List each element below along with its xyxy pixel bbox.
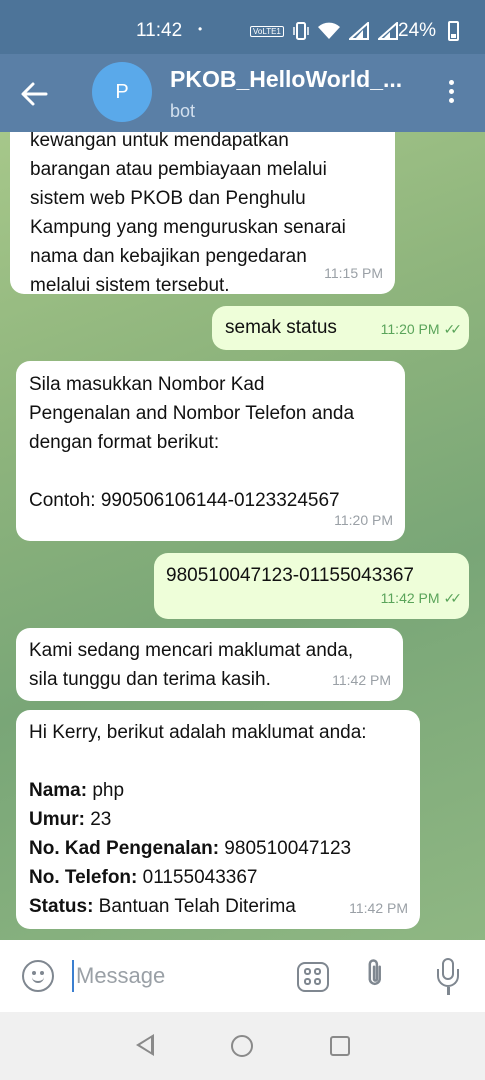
- signal-icon: [348, 22, 369, 40]
- battery-percent: 24%: [398, 20, 437, 41]
- message-time-status: 11:42 PM ✓✓: [380, 584, 463, 613]
- wifi-icon: [317, 22, 340, 39]
- message-bubble-incoming[interactable]: Kami sedang mencari maklumat anda, sila …: [16, 628, 403, 701]
- field-label: No. Kad Pengenalan:: [29, 838, 220, 859]
- message-line: [29, 457, 405, 486]
- field-label: Umur:: [29, 809, 85, 830]
- chat-subtitle: bot: [170, 101, 196, 121]
- text-cursor: [72, 960, 74, 992]
- field-value: 23: [84, 809, 112, 830]
- message-bubble-incoming[interactable]: kewangan untuk mendapatkan barangan atau…: [10, 132, 395, 296]
- system-nav-bar: [0, 1012, 485, 1080]
- info-row-nama: Nama: php: [29, 776, 420, 805]
- chat-title[interactable]: PKOB_HelloWorld_...: [170, 66, 402, 93]
- message-input[interactable]: [76, 958, 276, 994]
- message-line: sistem web PKOB dan Penghulu: [30, 188, 306, 209]
- message-bubble-incoming[interactable]: Sila masukkan Nombor Kad Pengenalan and …: [16, 361, 405, 541]
- message-bubble-incoming[interactable]: Hi Kerry, berikut adalah maklumat anda: …: [16, 710, 420, 929]
- field-label: Status:: [29, 896, 94, 917]
- info-row-ic: No. Kad Pengenalan: 980510047123: [29, 834, 420, 863]
- message-intro: Hi Kerry, berikut adalah maklumat anda:: [29, 722, 367, 743]
- field-value: 01155043367: [137, 867, 258, 888]
- message-line: Sila masukkan Nombor Kad: [29, 374, 265, 395]
- message-time: 11:15 PM: [324, 265, 383, 281]
- message-line: dengan format berikut:: [29, 432, 220, 453]
- message-composer: [0, 940, 485, 1012]
- vibrate-icon: [293, 22, 309, 40]
- message-time: 11:42 PM: [349, 900, 408, 916]
- notification-dot: •: [198, 22, 203, 36]
- info-row-phone: No. Telefon: 01155043367: [29, 863, 420, 892]
- field-value: php: [87, 780, 125, 801]
- message-bubble-outgoing[interactable]: semak status 11:20 PM ✓✓: [212, 306, 469, 350]
- status-time: 11:42: [136, 20, 183, 41]
- message-line: Kami sedang mencari maklumat anda,: [29, 640, 354, 661]
- battery-icon: [448, 21, 459, 41]
- emoji-icon[interactable]: [22, 960, 54, 992]
- field-value: 980510047123: [219, 838, 352, 859]
- message-time: 11:20 PM: [380, 321, 440, 337]
- field-value: Bantuan Telah Diterima: [93, 896, 296, 917]
- message-line: Kampung yang menguruskan senarai: [30, 217, 346, 238]
- volte-icon: VoLTE1: [250, 25, 284, 37]
- avatar[interactable]: P: [92, 62, 152, 122]
- message-time: 11:42 PM: [380, 590, 440, 606]
- double-check-icon: ✓✓: [443, 321, 463, 337]
- message-line: barangan atau pembiayaan melalui: [30, 159, 327, 180]
- message-list[interactable]: kewangan untuk mendapatkan barangan atau…: [0, 132, 485, 940]
- message-bubble-outgoing[interactable]: 980510047123-01155043367 11:42 PM ✓✓: [154, 553, 469, 619]
- field-label: No. Telefon:: [29, 867, 138, 888]
- message-time-status: 11:20 PM ✓✓: [380, 315, 463, 344]
- message-line: Pengenalan and Nombor Telefon anda: [29, 403, 355, 424]
- more-vertical-icon[interactable]: [441, 78, 461, 108]
- back-arrow-icon[interactable]: [20, 74, 60, 114]
- sticker-icon[interactable]: [297, 962, 329, 992]
- nav-home-icon[interactable]: [231, 1035, 253, 1057]
- double-check-icon: ✓✓: [443, 590, 463, 606]
- message-time: 11:20 PM: [334, 512, 393, 528]
- status-icons: VoLTE1: [250, 18, 398, 44]
- signal-icon-2: [377, 22, 398, 40]
- nav-recents-icon[interactable]: [330, 1036, 350, 1056]
- status-bar: 11:42 • VoLTE1 24%: [0, 0, 485, 54]
- info-row-umur: Umur: 23: [29, 805, 420, 834]
- message-text: semak status: [225, 317, 337, 338]
- paperclip-icon[interactable]: [354, 951, 403, 1000]
- microphone-icon[interactable]: [437, 958, 459, 998]
- chat-header: P PKOB_HelloWorld_... bot: [0, 54, 485, 132]
- nav-back-icon[interactable]: [136, 1034, 154, 1056]
- message-line: kewangan untuk mendapatkan: [30, 132, 289, 151]
- field-label: Nama:: [29, 780, 88, 801]
- message-time: 11:42 PM: [332, 672, 391, 688]
